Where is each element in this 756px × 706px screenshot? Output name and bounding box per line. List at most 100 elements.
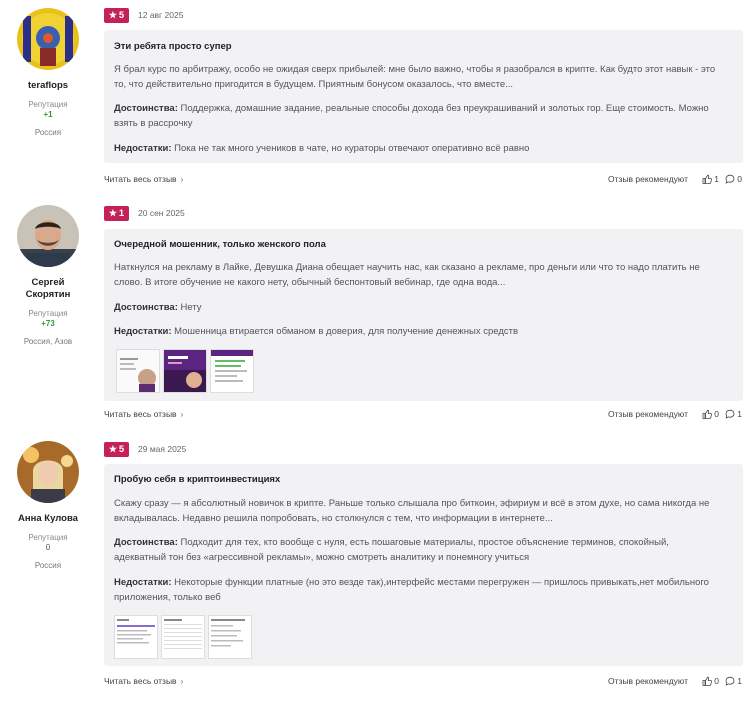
reputation-value: +1 [43,110,53,119]
pros-label: Достоинства: [114,537,178,548]
read-more-link[interactable]: Читать весь отзыв › [104,676,183,686]
star-icon: ★ [108,207,117,218]
reputation-label: Репутация [28,309,68,318]
review-title[interactable]: Эти ребята просто супер [114,41,232,52]
chevron-right-icon: › [180,677,184,686]
recommend-label: Отзыв рекомендуют [608,174,688,184]
review-title[interactable]: Пробую себя в криптоинвестициях [114,474,280,485]
review-cons: Недостатки: Мошенница втирается обманом … [114,324,723,339]
attached-image-thumbnail[interactable] [210,349,254,393]
reputation-label: Репутация [28,533,68,542]
like-button[interactable]: 0 [702,409,719,419]
review-pros: Достоинства: Поддержка, домашние задание… [114,101,723,131]
review-footer: Читать весь отзыв › Отзыв рекомендуют 1 0 [104,174,743,188]
attached-images [114,615,252,659]
author-name[interactable]: Сергей Скорятин [0,277,96,301]
cons-label: Недостатки: [114,143,172,154]
reputation-value: 0 [45,543,51,552]
attached-image-thumbnail[interactable] [208,615,252,659]
cons-label: Недостатки: [114,326,172,337]
rating-value: 5 [118,443,125,455]
comment-button[interactable]: 0 [725,174,742,184]
read-more-link[interactable]: Читать весь отзыв › [104,174,183,184]
thumbs-up-icon [702,174,713,184]
review-footer: Читать весь отзыв › Отзыв рекомендуют 0 1 [104,409,743,423]
review-meta: ★ 1 20 сен 2025 [104,205,185,221]
rating-value: 1 [118,207,125,219]
pros-label: Достоинства: [114,103,178,114]
author-avatar[interactable] [17,8,79,70]
rating-badge: ★ 5 [104,441,129,457]
cons-label: Недостатки: [114,577,172,588]
attached-images [116,349,254,393]
read-more-label: Читать весь отзыв [104,174,177,184]
review-date: 12 авг 2025 [138,10,184,20]
read-more-link[interactable]: Читать весь отзыв › [104,409,183,419]
author-avatar[interactable] [17,441,79,503]
reputation-label: Репутация [28,100,68,109]
comment-button[interactable]: 1 [725,676,742,686]
review-pros: Достоинства: Подходит для тех, кто вообщ… [114,535,723,565]
comment-bubble-icon [725,409,735,419]
review-meta: ★ 5 12 авг 2025 [104,7,183,23]
thumbs-up-icon [702,676,713,686]
author-location: Россия [34,561,62,570]
rating-badge: ★ 1 [104,205,129,221]
review-pros: Достоинства: Нету [114,300,723,315]
comments-count: 1 [737,409,742,419]
attached-image-thumbnail[interactable] [114,615,158,659]
star-icon: ★ [108,443,117,454]
attached-image-thumbnail[interactable] [163,349,207,393]
cons-text: Некоторые функции платные (но это везде … [114,577,709,603]
chevron-right-icon: › [180,410,184,419]
rating-value: 5 [118,9,125,21]
author-location: Россия [34,128,62,137]
review-author: Анна Кулова Репутация 0 Россия [0,441,96,570]
comment-bubble-icon [725,676,735,686]
review-box: Пробую себя в криптоинвестициях Скажу ср… [104,464,743,666]
attached-image-thumbnail[interactable] [116,349,160,393]
recommend-label: Отзыв рекомендуют [608,676,688,686]
review-meta: ★ 5 29 мая 2025 [104,441,186,457]
chevron-right-icon: › [180,175,184,184]
pros-label: Достоинства: [114,302,178,313]
rating-badge: ★ 5 [104,7,129,23]
reviews-page: teraflops Репутация +1 Россия ★ 5 12 авг… [0,0,756,706]
pros-text: Поддержка, домашние задание, реальные сп… [114,103,709,129]
like-button[interactable]: 1 [702,174,719,184]
review-box: Очередной мошенник, только женского пола… [104,229,743,401]
comment-bubble-icon [725,174,735,184]
comment-button[interactable]: 1 [725,409,742,419]
author-location: Россия, Азов [23,337,73,346]
cons-text: Мошенница втирается обманом в доверия, д… [174,326,519,337]
author-name[interactable]: teraflops [0,80,96,92]
review-date: 20 сен 2025 [138,208,185,218]
cons-text: Пока не так много учеников в чате, но ку… [174,143,530,154]
reputation-value: +73 [41,319,55,328]
author-name[interactable]: Анна Кулова [0,513,96,525]
recommend-label: Отзыв рекомендуют [608,409,688,419]
like-button[interactable]: 0 [702,676,719,686]
review-date: 29 мая 2025 [138,444,187,454]
author-avatar[interactable] [17,205,79,267]
star-icon: ★ [108,9,117,20]
review-text: Наткнулся на рекламу в Лайке, Девушка Ди… [114,262,700,288]
review-text: Я брал курс по арбитражу, особо не ожида… [114,64,716,90]
comments-count: 1 [737,676,742,686]
thumbs-up-icon [702,409,713,419]
likes-count: 0 [714,676,719,686]
review-title[interactable]: Очередной мошенник, только женского пола [114,239,326,250]
review-author: Сергей Скорятин Репутация +73 Россия, Аз… [0,205,96,346]
comments-count: 0 [737,174,742,184]
review-box: Эти ребята просто супер Я брал курс по а… [104,30,743,163]
likes-count: 1 [714,174,719,184]
read-more-label: Читать весь отзыв [104,409,177,419]
review-cons: Недостатки: Пока не так много учеников в… [114,141,723,156]
likes-count: 0 [714,409,719,419]
read-more-label: Читать весь отзыв [104,676,177,686]
attached-image-thumbnail[interactable] [161,615,205,659]
review-cons: Недостатки: Некоторые функции платные (н… [114,575,723,605]
pros-text: Нету [180,302,202,313]
review-author: teraflops Репутация +1 Россия [0,8,96,137]
pros-text: Подходит для тех, кто вообще с нуля, ест… [114,537,669,563]
